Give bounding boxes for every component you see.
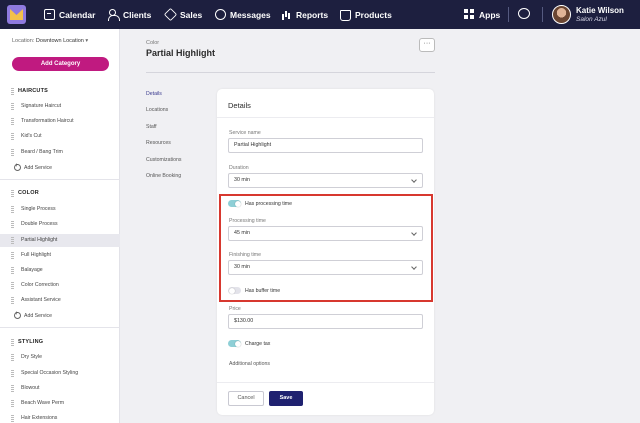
duration-select[interactable]: 30 min <box>228 173 423 188</box>
additional-options-link[interactable]: Additional options <box>229 361 270 367</box>
more-options-button[interactable]: ··· <box>419 38 435 52</box>
divider <box>0 327 120 328</box>
service-item[interactable]: Special Occasion Styling <box>11 370 120 385</box>
price-label: Price <box>229 306 241 312</box>
service-name-label: Service name <box>229 130 261 136</box>
service-item[interactable]: Kid's Cut <box>11 133 120 148</box>
chat-bubble-icon[interactable] <box>518 8 530 19</box>
save-button[interactable]: Save <box>269 391 303 406</box>
chevron-down-icon: ▾ <box>85 38 89 44</box>
service-item[interactable]: Beach Wave Perm <box>11 400 120 415</box>
nav-divider <box>508 7 509 22</box>
nav-sales[interactable]: Sales <box>163 0 202 29</box>
location-selector[interactable]: Location: Downtown Location ▾ <box>12 38 88 44</box>
category-haircuts[interactable]: HAIRCUTS <box>10 88 48 95</box>
header-divider <box>146 72 435 73</box>
sales-tag-icon <box>163 7 178 22</box>
add-service-button[interactable]: Add Service <box>14 163 52 171</box>
category-color[interactable]: COLOR <box>11 190 39 197</box>
page-title: Partial Highlight <box>146 48 216 58</box>
messages-icon <box>215 9 226 20</box>
service-name-input[interactable]: Partial Highlight <box>228 138 423 153</box>
nav-messages[interactable]: Messages <box>215 0 271 29</box>
card-title: Details <box>228 101 251 110</box>
apps-grid-icon <box>464 9 475 20</box>
charge-tax-label: Charge tax <box>245 341 271 347</box>
tab-locations[interactable]: Locations <box>146 107 168 113</box>
add-service-button[interactable]: Add Service <box>14 311 52 319</box>
duration-label: Duration <box>229 165 249 171</box>
divider <box>0 179 120 180</box>
category-sidebar: Location: Downtown Location ▾ Add Catego… <box>0 29 120 423</box>
top-nav-bar: Calendar Clients Sales Messages Reports … <box>0 0 640 29</box>
nav-reports[interactable]: Reports <box>281 0 328 29</box>
service-item-selected[interactable]: Partial Highlight <box>0 234 120 247</box>
clients-icon <box>108 9 120 21</box>
tab-details[interactable]: Details <box>146 91 162 97</box>
cancel-button[interactable]: Cancel <box>228 391 264 406</box>
nav-apps[interactable]: Apps <box>464 0 500 29</box>
tab-resources[interactable]: Resources <box>146 140 171 146</box>
tab-online-booking[interactable]: Online Booking <box>146 173 181 179</box>
service-item[interactable]: Signature Haircut <box>11 103 120 118</box>
calendar-icon <box>44 9 55 20</box>
divider <box>217 117 434 118</box>
user-salon: Salon Azul <box>576 16 607 23</box>
price-input[interactable]: $130.00 <box>228 314 423 329</box>
nav-clients[interactable]: Clients <box>108 0 151 29</box>
service-item[interactable]: Blowout <box>11 385 120 400</box>
tab-staff[interactable]: Staff <box>146 124 157 130</box>
nav-divider <box>542 7 543 22</box>
nav-products[interactable]: Products <box>340 0 392 29</box>
app-logo[interactable] <box>7 5 26 24</box>
service-item[interactable]: Full Highlight <box>11 252 120 267</box>
add-category-button[interactable]: Add Category <box>12 57 109 71</box>
service-item[interactable]: Assistant Service <box>11 297 120 312</box>
user-name[interactable]: Katie Wilson <box>576 6 624 15</box>
service-item[interactable]: Hair Extensions <box>11 415 120 423</box>
chevron-down-icon <box>411 177 417 183</box>
service-item[interactable]: Transformation Haircut <box>11 118 120 133</box>
tab-customizations[interactable]: Customizations <box>146 157 181 163</box>
breadcrumb: Color <box>146 40 160 46</box>
reports-chart-icon <box>281 9 292 20</box>
avatar[interactable] <box>552 5 571 24</box>
highlight-box <box>219 194 433 302</box>
divider <box>217 382 434 383</box>
products-bag-icon <box>340 10 351 21</box>
service-item[interactable]: Dry Style <box>11 354 120 369</box>
service-item[interactable]: Balayage <box>11 267 120 282</box>
nav-calendar[interactable]: Calendar <box>44 0 95 29</box>
plus-circle-icon <box>14 163 21 171</box>
category-styling[interactable]: STYLING <box>10 339 43 346</box>
service-item[interactable]: Beard / Bang Trim <box>11 149 120 164</box>
charge-tax-toggle[interactable] <box>228 340 241 347</box>
plus-circle-icon <box>14 311 21 319</box>
service-item[interactable]: Color Correction <box>11 282 120 297</box>
service-item[interactable]: Single Process <box>11 206 120 221</box>
